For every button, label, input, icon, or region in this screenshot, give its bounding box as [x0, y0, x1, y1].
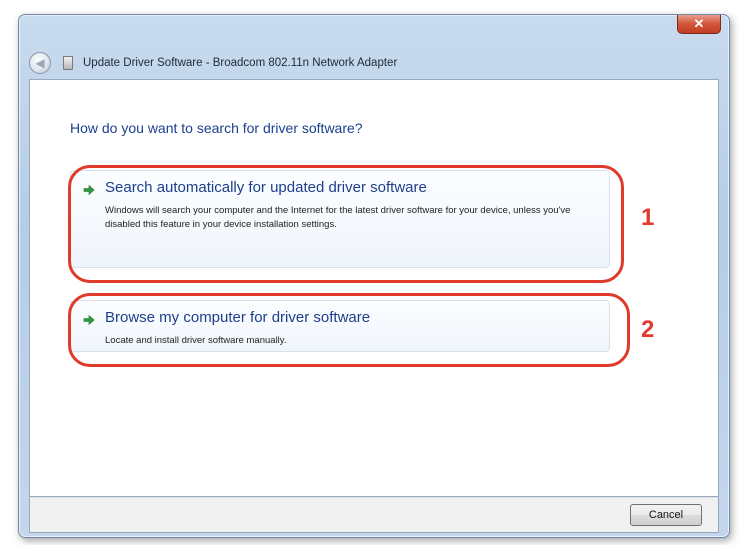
title-bar: ◀ Update Driver Software - Broadcom 802.… [29, 51, 689, 75]
dialog-footer: Cancel [29, 497, 719, 533]
page-title: How do you want to search for driver sof… [70, 120, 363, 136]
cancel-button[interactable]: Cancel [630, 504, 702, 526]
close-button[interactable]: ✕ [677, 15, 721, 34]
window-title: Update Driver Software - Broadcom 802.11… [83, 57, 398, 69]
device-icon [63, 56, 73, 70]
content-panel: How do you want to search for driver sof… [29, 79, 719, 497]
close-icon: ✕ [693, 16, 705, 31]
back-arrow-icon: ◀ [35, 56, 45, 70]
back-button[interactable]: ◀ [29, 52, 51, 74]
annotation-number-2: 2 [641, 316, 655, 343]
annotation-number-1: 1 [641, 204, 655, 231]
highlight-circle-option-1 [68, 165, 624, 283]
highlight-circle-option-2 [68, 293, 630, 367]
